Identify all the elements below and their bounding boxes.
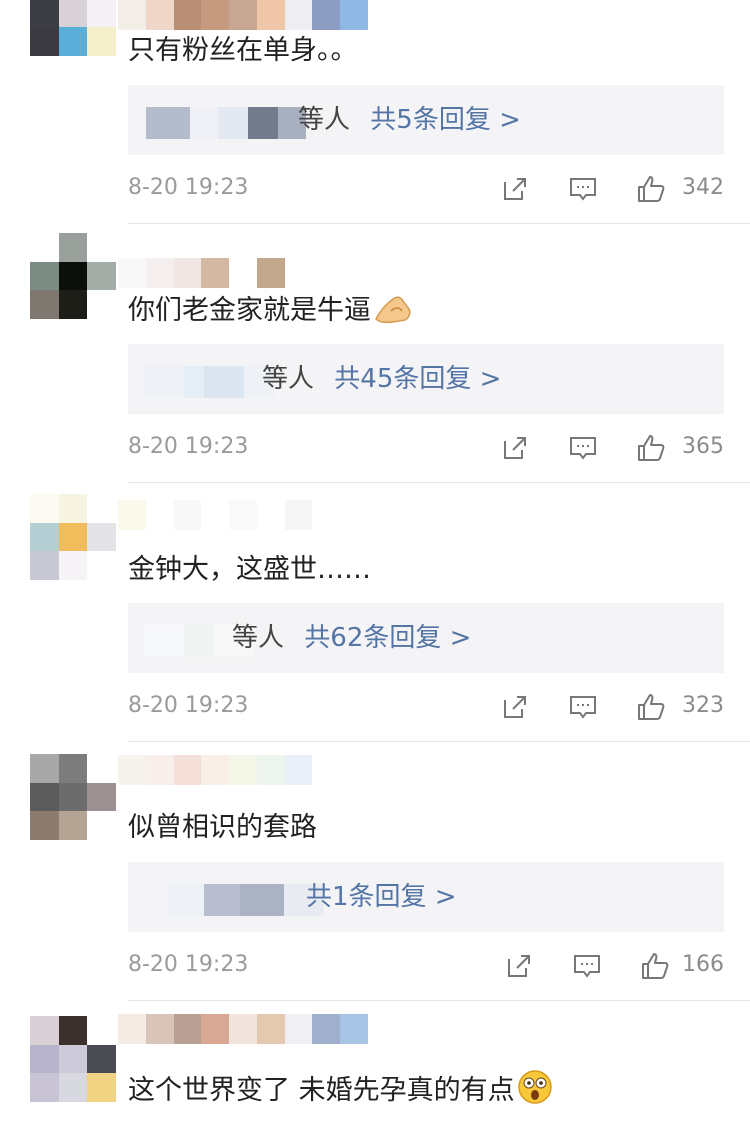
comment-meta: 8-20 19:23 323 <box>128 688 724 728</box>
comment-meta: 8-20 19:23 342 <box>128 170 724 210</box>
avatar[interactable] <box>30 754 116 840</box>
reply-count-link[interactable]: 共5条回复 > <box>370 105 521 135</box>
avatar[interactable] <box>30 1016 116 1102</box>
like-icon[interactable] <box>640 951 670 981</box>
divider <box>128 482 750 483</box>
reply-users-blurred <box>168 884 324 916</box>
comment-text: 只有粉丝在单身。。 <box>128 35 358 66</box>
share-icon[interactable] <box>500 692 530 722</box>
reply-summary[interactable]: 等人 共5条回复 > <box>298 102 521 138</box>
comment-icon[interactable] <box>568 433 598 463</box>
reply-count-link[interactable]: 共45条回复 > <box>334 364 501 394</box>
reply-summary[interactable]: 等人 共45条回复 > <box>262 361 501 397</box>
share-icon[interactable] <box>500 433 530 463</box>
like-icon[interactable] <box>636 433 666 463</box>
username-blurred[interactable] <box>118 0 368 30</box>
astonished-face-emoji-icon <box>517 1070 552 1104</box>
divider <box>128 741 750 742</box>
share-icon[interactable] <box>500 174 530 204</box>
divider <box>128 223 750 224</box>
avatar[interactable] <box>30 233 116 319</box>
like-count: 323 <box>682 693 724 718</box>
like-count: 342 <box>682 175 724 200</box>
reply-summary[interactable]: 等人 共62条回复 > <box>232 620 471 656</box>
reply-summary[interactable]: 共1条回复 > <box>306 879 457 915</box>
reply-count-link[interactable]: 共62条回复 > <box>304 623 471 653</box>
comment-text: 似曾相识的套路 <box>128 812 317 843</box>
username-blurred[interactable] <box>118 1014 368 1044</box>
like-icon[interactable] <box>636 692 666 722</box>
avatar[interactable] <box>30 0 116 56</box>
reply-count-link[interactable]: 共1条回复 > <box>306 882 457 912</box>
reply-preview[interactable]: 等人 共5条回复 > <box>128 85 724 155</box>
avatar[interactable] <box>30 494 116 580</box>
comment-meta: 8-20 19:23 365 <box>128 429 724 469</box>
reply-preview[interactable]: 等人 共45条回复 > <box>128 344 724 414</box>
comment-text: 这个世界变了 未婚先孕真的有点 <box>128 1069 553 1108</box>
comment-icon[interactable] <box>568 174 598 204</box>
comment-text: 你们老金家就是牛逼 <box>128 293 413 328</box>
timestamp: 8-20 19:23 <box>128 952 249 977</box>
reply-who: 等人 <box>298 105 351 135</box>
comment-text: 金钟大，这盛世…… <box>128 554 371 585</box>
like-count: 365 <box>682 434 724 459</box>
timestamp: 8-20 19:23 <box>128 434 249 459</box>
reply-who: 等人 <box>232 623 285 653</box>
comment-meta: 8-20 19:23 166 <box>128 947 724 987</box>
divider <box>128 1000 750 1001</box>
share-icon[interactable] <box>504 951 534 981</box>
timestamp: 8-20 19:23 <box>128 175 249 200</box>
reply-preview[interactable]: 共1条回复 > <box>128 862 724 932</box>
pinch-hand-emoji-icon <box>375 296 411 324</box>
timestamp: 8-20 19:23 <box>128 693 249 718</box>
like-count: 166 <box>682 952 724 977</box>
reply-users-blurred <box>144 366 274 398</box>
comment-icon[interactable] <box>572 951 602 981</box>
username-blurred[interactable] <box>118 755 368 785</box>
reply-who: 等人 <box>262 364 315 394</box>
username-blurred[interactable] <box>118 258 368 288</box>
comment-text-content: 这个世界变了 未婚先孕真的有点 <box>128 1075 515 1106</box>
comment-text-content: 你们老金家就是牛逼 <box>128 295 371 326</box>
username-blurred[interactable] <box>118 500 368 530</box>
comment-icon[interactable] <box>568 692 598 722</box>
like-icon[interactable] <box>636 174 666 204</box>
reply-preview[interactable]: 等人 共62条回复 > <box>128 603 724 673</box>
reply-users-blurred <box>144 107 306 139</box>
